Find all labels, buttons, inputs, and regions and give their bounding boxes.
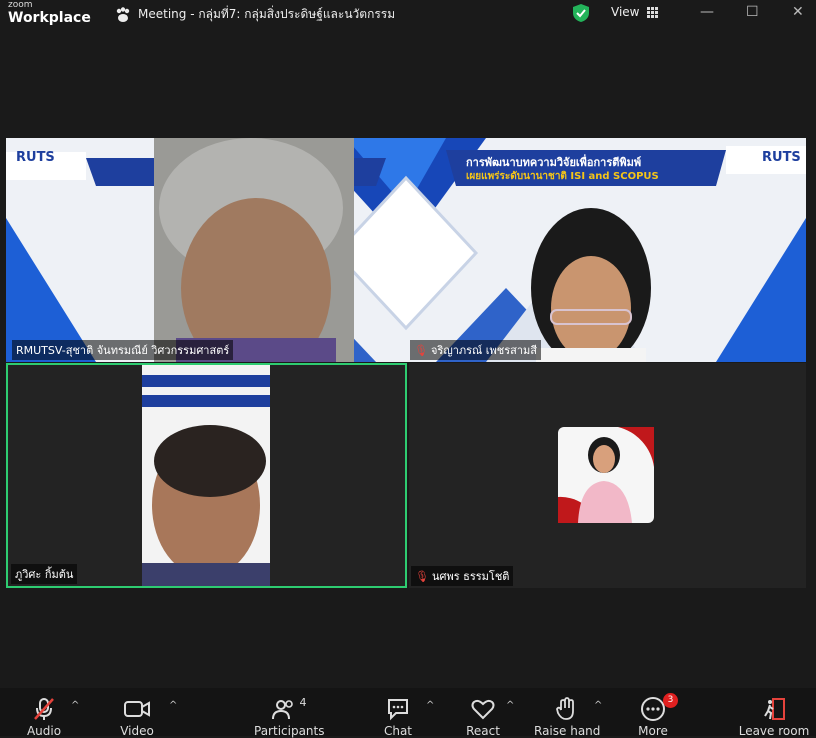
- participants-icon: [271, 700, 293, 720]
- app-logo: zoom Workplace: [8, 0, 91, 26]
- react-options-caret-icon[interactable]: ^: [506, 700, 514, 711]
- more-badge: 3: [663, 693, 678, 708]
- meeting-title-area: Meeting - กลุ่มที่7: กลุ่มสิ่งประดิษฐ์แล…: [114, 5, 395, 24]
- participant-name: นศพร ธรรมโชติ: [431, 570, 510, 583]
- chat-button[interactable]: Chat: [382, 696, 414, 738]
- title-bar: zoom Workplace Meeting - กลุ่มที่7: กลุ่…: [0, 0, 816, 28]
- maximize-icon[interactable]: ☐: [746, 4, 759, 20]
- close-icon[interactable]: ✕: [792, 4, 804, 20]
- meeting-title: Meeting - กลุ่มที่7: กลุ่มสิ่งประดิษฐ์แล…: [138, 7, 396, 21]
- banner-title-line2: เผยแพร่ระดับนานาชาติ ISI and SCOPUS: [466, 171, 659, 182]
- banner-logo-left: RUTS: [16, 150, 55, 165]
- security-shield-icon[interactable]: [571, 3, 591, 23]
- shared-banner-area: RUTS RUTS การพัฒนาบทความวิจัยเพื่อการตีพ…: [6, 138, 806, 362]
- microphone-muted-icon: 🎙: [415, 570, 429, 583]
- leave-door-icon: [764, 698, 785, 720]
- chat-icon: [388, 699, 408, 721]
- participant-name: จริญาภรณ์ เพชรสามสี: [430, 344, 537, 357]
- participants-button[interactable]: 4 Participants: [254, 696, 325, 738]
- view-label: View: [611, 5, 640, 19]
- raise-hand-icon: [556, 697, 574, 720]
- meeting-paw-icon: [116, 6, 130, 22]
- banner-logo-right: RUTS: [762, 150, 801, 165]
- microphone-muted-icon: [34, 698, 54, 720]
- audio-button[interactable]: Audio: [26, 696, 62, 738]
- meeting-toolbar: Audio ^ Video ^ 4 Participants Chat ^ Re…: [0, 688, 816, 738]
- leave-room-button[interactable]: Leave room: [738, 696, 810, 738]
- audio-options-caret-icon[interactable]: ^: [71, 700, 79, 711]
- raise-hand-options-caret-icon[interactable]: ^: [594, 700, 602, 711]
- participant-name-label: ภูวิศะ กิ้มต้น: [11, 564, 78, 584]
- video-options-caret-icon[interactable]: ^: [169, 700, 177, 711]
- participant-name-label: RMUTSV-สุชาติ จันทรมณีย์ วิศวกรรมศาสตร์: [12, 340, 234, 360]
- video-tile-avatar[interactable]: 🎙 นศพร ธรรมโชติ: [409, 363, 806, 588]
- participant-name: ภูวิศะ กิ้มต้น: [15, 568, 74, 581]
- video-button[interactable]: Video: [118, 696, 156, 738]
- participant-video: [142, 365, 270, 586]
- participant-avatar: [558, 427, 654, 523]
- more-button[interactable]: 3 More: [636, 693, 678, 738]
- grid-icon: [647, 6, 659, 18]
- video-camera-icon: [124, 701, 150, 717]
- raise-hand-button[interactable]: Raise hand: [534, 696, 600, 738]
- video-tile-active-speaker[interactable]: ภูวิศะ กิ้มต้น: [6, 363, 407, 588]
- minimize-icon[interactable]: —: [700, 4, 714, 20]
- app-name-zoom: zoom: [8, 0, 33, 10]
- banner-background: [6, 138, 806, 362]
- react-button[interactable]: React: [466, 696, 500, 738]
- chat-options-caret-icon[interactable]: ^: [426, 700, 434, 711]
- participants-count: 4: [299, 696, 307, 709]
- participant-name: RMUTSV-สุชาติ จันทรมณีย์ วิศวกรรมศาสตร์: [16, 344, 230, 357]
- heart-icon: [471, 699, 495, 720]
- microphone-muted-icon: 🎙: [414, 344, 428, 357]
- view-button[interactable]: View: [611, 5, 659, 19]
- participant-name-label: 🎙 จริญาภรณ์ เพชรสามสี: [410, 340, 541, 360]
- app-name-workplace: Workplace: [8, 10, 91, 26]
- participant-name-label: 🎙 นศพร ธรรมโชติ: [411, 566, 514, 586]
